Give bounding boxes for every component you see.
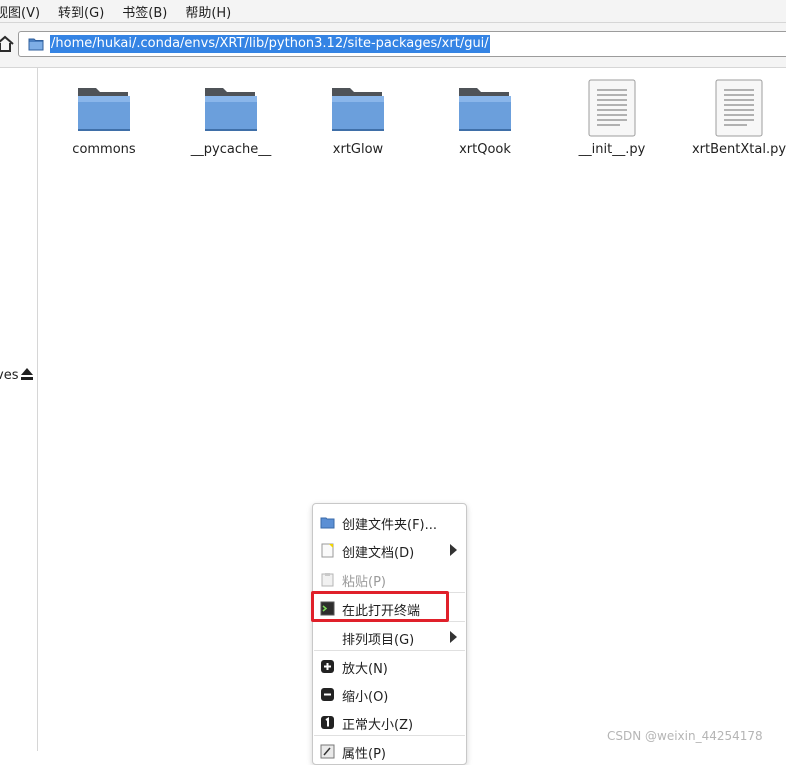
menu-view[interactable]: 视图(V)	[0, 2, 40, 21]
menu-item-normal-size[interactable]: 正常大小(Z)	[313, 710, 466, 736]
file-item-pycache[interactable]: __pycache__	[167, 78, 295, 157]
side-item-label[interactable]: ves	[0, 368, 18, 383]
zoom-in-icon	[321, 660, 334, 673]
folder-icon	[459, 88, 511, 131]
folder-icon	[205, 88, 257, 131]
path-text: /home/hukai/.conda/envs/XRT/lib/python3.…	[50, 35, 490, 53]
file-item-commons[interactable]: commons	[40, 78, 168, 157]
menu-item-label: 创建文档(D)	[342, 546, 415, 561]
folder-icon	[332, 88, 384, 131]
folder-icon	[78, 88, 130, 131]
menu-item-label: 缩小(O)	[342, 690, 389, 705]
home-icon[interactable]	[0, 35, 14, 53]
properties-icon	[320, 744, 335, 759]
menu-separator	[314, 735, 465, 736]
menu-item-label: 排列项目(G)	[342, 633, 415, 648]
menu-item-paste[interactable]: 粘贴(P)	[313, 567, 466, 593]
menu-item-zoom-out[interactable]: 缩小(O)	[313, 682, 466, 708]
menu-item-label: 正常大小(Z)	[342, 718, 414, 733]
eject-icon[interactable]	[20, 367, 34, 381]
file-name: __pycache__	[190, 142, 272, 157]
menu-item-label: 创建文件夹(F)...	[342, 518, 438, 533]
file-item-xrtqook[interactable]: xrtQook	[421, 78, 549, 157]
location-bar: /home/hukai/.conda/envs/XRT/lib/python3.…	[0, 23, 786, 68]
context-menu: 创建文件夹(F)... 创建文档(D) 粘贴(P) 在此打开终端 排列项目(G)	[312, 503, 467, 765]
file-item-xrtglow[interactable]: xrtGlow	[294, 78, 422, 157]
text-file-icon	[715, 79, 763, 137]
menu-item-label: 属性(P)	[342, 747, 386, 762]
file-name: xrtBentXtal.py	[691, 142, 786, 157]
file-name: __init__.py	[578, 142, 646, 157]
menu-separator	[314, 650, 465, 651]
text-file-icon	[588, 79, 636, 137]
menu-item-create-document[interactable]: 创建文档(D)	[313, 538, 466, 564]
menu-item-properties[interactable]: 属性(P)	[313, 739, 466, 765]
paste-icon	[321, 573, 334, 587]
folder-icon	[28, 38, 44, 51]
file-item-xrtbentxtal-py[interactable]: xrtBentXtal.py	[675, 78, 786, 157]
menu-go[interactable]: 转到(G)	[58, 2, 104, 21]
zoom-out-icon	[321, 688, 334, 701]
menu-item-arrange-items[interactable]: 排列项目(G)	[313, 625, 466, 651]
menu-item-create-folder[interactable]: 创建文件夹(F)...	[313, 510, 466, 536]
menu-item-zoom-in[interactable]: 放大(N)	[313, 654, 466, 680]
zoom-normal-icon	[321, 716, 334, 729]
menu-item-label: 放大(N)	[342, 662, 388, 677]
side-pane: ves	[0, 68, 38, 751]
path-input[interactable]: /home/hukai/.conda/envs/XRT/lib/python3.…	[18, 31, 786, 57]
file-item-init-py[interactable]: __init__.py	[548, 78, 676, 157]
file-name: commons	[72, 142, 136, 157]
watermark: CSDN @weixin_44254178	[607, 729, 763, 743]
new-folder-icon	[320, 517, 335, 529]
menu-help[interactable]: 帮助(H)	[185, 2, 231, 21]
file-name: xrtQook	[459, 142, 511, 157]
submenu-arrow-icon	[450, 544, 457, 556]
submenu-arrow-icon	[450, 631, 457, 643]
file-name: xrtGlow	[332, 142, 384, 157]
menu-item-label: 粘贴(P)	[342, 575, 386, 590]
menu-bookmarks[interactable]: 书签(B)	[122, 2, 167, 21]
highlight-annotation-box	[311, 591, 449, 622]
new-document-icon	[321, 543, 334, 558]
menu-bar: 视图(V) 转到(G) 书签(B) 帮助(H)	[0, 0, 786, 23]
